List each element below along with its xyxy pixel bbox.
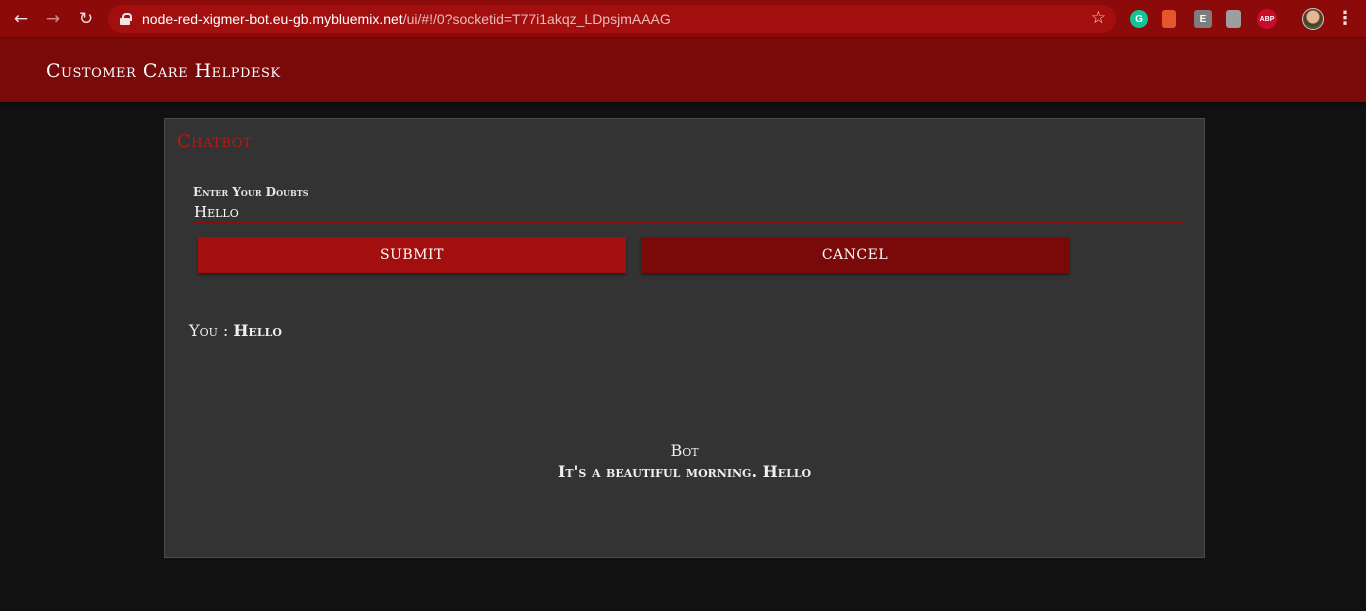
- doubts-input[interactable]: [193, 201, 1183, 223]
- user-message-prefix: You :: [189, 321, 229, 340]
- url-path: /ui/#!/0?socketid=T77i1akqz_LDpsjmAAAG: [402, 11, 671, 27]
- cancel-button[interactable]: CANCEL: [641, 237, 1069, 273]
- app-header: Customer Care Helpdesk: [0, 38, 1366, 102]
- reload-icon[interactable]: ↻: [75, 8, 97, 30]
- lock-icon[interactable]: [120, 13, 132, 25]
- avatar[interactable]: [1302, 8, 1324, 30]
- doubts-input-label: Enter Your Doubts: [193, 185, 309, 199]
- url-host: node-red-xigmer-bot.eu-gb.mybluemix.net: [142, 11, 403, 27]
- card-title: Chatbot: [177, 131, 253, 152]
- user-message-text: Hello: [233, 321, 282, 340]
- grammarly-icon[interactable]: G: [1130, 10, 1148, 28]
- arrow-left-icon[interactable]: ←: [10, 8, 32, 30]
- chatbot-card: Chatbot Enter Your Doubts SUBMIT CANCEL …: [164, 118, 1205, 558]
- more-options-icon[interactable]: ⋮: [1336, 8, 1354, 29]
- arrow-right-icon[interactable]: →: [42, 8, 64, 30]
- document-icon[interactable]: [1226, 10, 1241, 28]
- bookmark-icon[interactable]: [1162, 10, 1176, 28]
- address-bar[interactable]: node-red-xigmer-bot.eu-gb.mybluemix.net /…: [108, 5, 1116, 33]
- browser-toolbar: ← → ↻ node-red-xigmer-bot.eu-gb.mybluemi…: [0, 0, 1366, 38]
- user-message: You : Hello: [189, 321, 282, 340]
- bot-message-text: It's a beautiful morning. Hello: [557, 462, 812, 481]
- star-icon[interactable]: ☆: [1091, 8, 1106, 28]
- submit-button[interactable]: SUBMIT: [198, 237, 626, 273]
- bot-label: Bot: [670, 441, 699, 460]
- e-extension-icon[interactable]: E: [1194, 10, 1212, 28]
- page-title: Customer Care Helpdesk: [46, 60, 281, 82]
- adblock-icon[interactable]: ABP: [1257, 9, 1277, 29]
